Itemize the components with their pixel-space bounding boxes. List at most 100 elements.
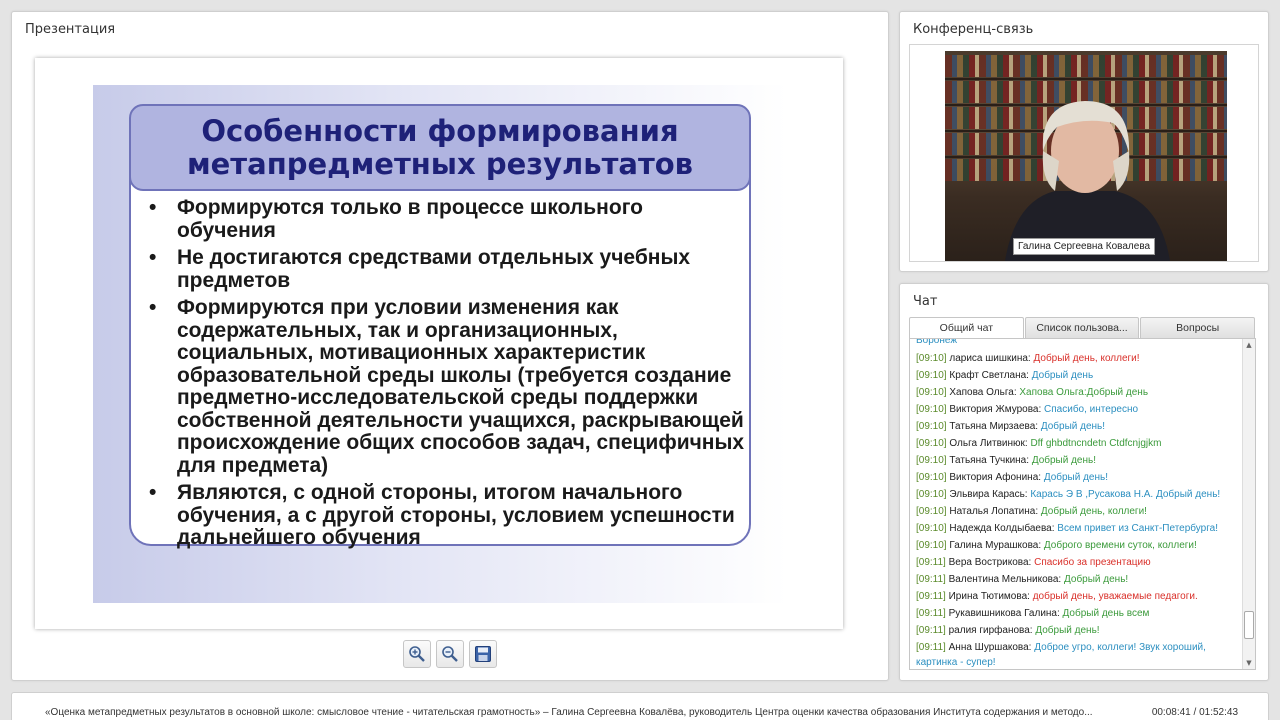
conference-panel: Конференц-связь Галина Сергеевна Ковалев… [899,11,1269,272]
chat-timestamp: [09:10] [916,370,947,381]
chat-author: лариса шишкина: [946,353,1034,364]
chat-timestamp: [09:11] [916,591,946,602]
chat-message: [09:11] ралия гирфанова: Добрый день! [916,622,1241,639]
chat-text: Спасибо, интересно [1044,404,1139,415]
chat-timestamp: [09:10] [916,472,947,483]
chat-author: Крафт Светлана: [946,370,1032,381]
chat-text: Добрый день! [1040,421,1106,432]
chat-timestamp: [09:10] [916,523,947,534]
presentation-panel: Презентация Особенности формирования мет… [11,11,889,681]
slide-bullet: Являются, с одной стороны, итогом началь… [147,481,747,550]
chat-message-list[interactable]: Воронеж [09:10] лариса шишкина: Добрый д… [909,338,1256,670]
chat-timestamp: [09:11] [916,574,946,585]
chat-author: Валентина Мельникова: [945,574,1064,585]
chat-message: [09:10] Ольга Литвинюк: Dff ghbdtncndetn… [916,435,1241,452]
save-button[interactable] [469,640,497,668]
chat-text: Добрый день! [1064,574,1129,585]
chat-message: [09:11] Валентина Мельникова: Добрый ден… [916,571,1241,588]
chat-partial-line: Воронеж [916,338,958,346]
chat-message: [09:10] Виктория Жмурова: Спасибо, интер… [916,401,1241,418]
chat-timestamp: [09:11] [916,625,946,636]
chat-message: [09:10] Крафт Светлана: Добрый день [916,367,1241,384]
speaker-name-tag: Галина Сергеевна Ковалева [1013,238,1156,255]
scroll-thumb[interactable] [1244,611,1254,639]
chat-text: Добрый день! [1043,472,1109,483]
zoom-in-icon [409,646,425,662]
scroll-up-arrow-icon[interactable]: ▲ [1243,339,1255,351]
tab-questions[interactable]: Вопросы [1140,317,1256,339]
zoom-out-button[interactable] [436,640,464,668]
slide-toolbar [403,640,497,668]
chat-timestamp: [09:10] [916,455,947,466]
footer-bar: «Оценка метапредметных результатов в осн… [11,692,1269,720]
chat-message: [09:10] Татьяна Тучкина: Добрый день! [916,452,1241,469]
chat-author: Ольга Литвинюк: [946,438,1031,449]
chat-timestamp: [09:11] [916,557,946,568]
chat-text: добрый день, уважаемые педагоги. [1032,591,1198,602]
chat-timestamp: [09:10] [916,387,947,398]
chat-message: [09:10] Наталья Лопатина: Добрый день, к… [916,503,1241,520]
chat-text: Доброго времени суток, коллеги! [1043,540,1197,551]
slide-bullet: Не достигаются средствами отдельных учеб… [147,246,747,292]
chat-timestamp: [09:11] [916,608,946,619]
zoom-in-button[interactable] [403,640,431,668]
zoom-out-icon [442,646,458,662]
slide-title-line-2: метапредметных результатов [186,146,694,181]
chat-timestamp: [09:10] [916,438,947,449]
chat-message: [09:10] Надежда Колдыбаева: Всем привет … [916,520,1241,537]
chat-author: Наталья Лопатина: [946,506,1041,517]
chat-lines: Воронеж [09:10] лариса шишкина: Добрый д… [916,338,1241,669]
chat-text: Добрый день, коллеги! [1033,353,1140,364]
presentation-panel-title: Презентация [25,22,116,37]
slide-viewer[interactable]: Особенности формирования метапредметных … [35,58,843,629]
conference-panel-title: Конференц-связь [913,22,1034,37]
slide-bullet: Формируются при условии изменения как со… [147,296,747,477]
slide-header: Особенности формирования метапредметных … [129,104,751,191]
slide-bullet: Формируются только в процессе школьного … [147,196,747,242]
chat-timestamp: [09:10] [916,489,947,500]
chat-message: [09:10] Татьяна Мирзаева: Добрый день! [916,418,1241,435]
chat-text: Карась Э В ,Русакова Н.А. Добрый день! [1030,489,1221,500]
chat-message: [09:11] Анна Шуршакова: Доброе угро, кол… [916,639,1241,669]
scroll-down-arrow-icon[interactable]: ▼ [1243,657,1255,669]
chat-panel: Чат Общий чат Список пользова... Вопросы… [899,283,1269,681]
chat-message: [09:10] Галина Мурашкова: Доброго времен… [916,537,1241,554]
chat-message: [09:11] Рукавишникова Галина: Добрый ден… [916,605,1241,622]
chat-text: Хапова Ольга:Добрый день [1019,387,1149,398]
chat-text: Добрый день! [1031,455,1097,466]
webinar-title: «Оценка метапредметных результатов в осн… [45,707,1093,718]
chat-text: Добрый день, коллеги! [1040,506,1147,517]
chat-text: Спасибо за презентацию [1034,557,1151,568]
chat-message: [09:10] лариса шишкина: Добрый день, кол… [916,350,1241,367]
video-feed[interactable]: Галина Сергеевна Ковалева [945,51,1227,261]
chat-author: Виктория Афонина: [946,472,1044,483]
slide-bullet-list: Формируются только в процессе школьного … [147,196,747,555]
chat-text: Dff ghbdtncndetn Ctdfcnjgjkm [1030,438,1162,449]
video-frame: Галина Сергеевна Ковалева [909,44,1259,262]
chat-text: Всем привет из Санкт-Петербурга! [1057,523,1219,534]
chat-timestamp: [09:10] [916,353,947,364]
chat-author: Рукавишникова Галина: [945,608,1063,619]
chat-author: Хапова Ольга: [946,387,1020,398]
chat-scrollbar[interactable]: ▲ ▼ [1242,339,1255,669]
chat-text: Добрый день [1031,370,1094,381]
chat-panel-title: Чат [913,294,938,309]
chat-message: [09:10] Эльвира Карась: Карась Э В ,Руса… [916,486,1241,503]
slide-title: Особенности формирования метапредметных … [186,113,694,181]
save-icon [475,646,491,662]
chat-author: Татьяна Мирзаева: [946,421,1041,432]
chat-message: [09:11] Ирина Тютимова: добрый день, ува… [916,588,1241,605]
chat-author: Анна Шуршакова: [945,642,1035,653]
chat-author: Татьяна Тучкина: [946,455,1032,466]
speaker-silhouette [1005,101,1170,261]
chat-tabs: Общий чат Список пользова... Вопросы [909,317,1256,339]
tab-general-chat[interactable]: Общий чат [909,317,1024,339]
chat-timestamp: [09:10] [916,421,947,432]
chat-timestamp: [09:11] [916,642,946,653]
chat-timestamp: [09:10] [916,506,947,517]
chat-text: Добрый день! [1035,625,1100,636]
tab-user-list[interactable]: Список пользова... [1024,317,1140,339]
slide-title-line-1: Особенности формирования [201,113,679,148]
chat-author: Галина Мурашкова: [946,540,1044,551]
chat-timestamp: [09:10] [916,540,947,551]
